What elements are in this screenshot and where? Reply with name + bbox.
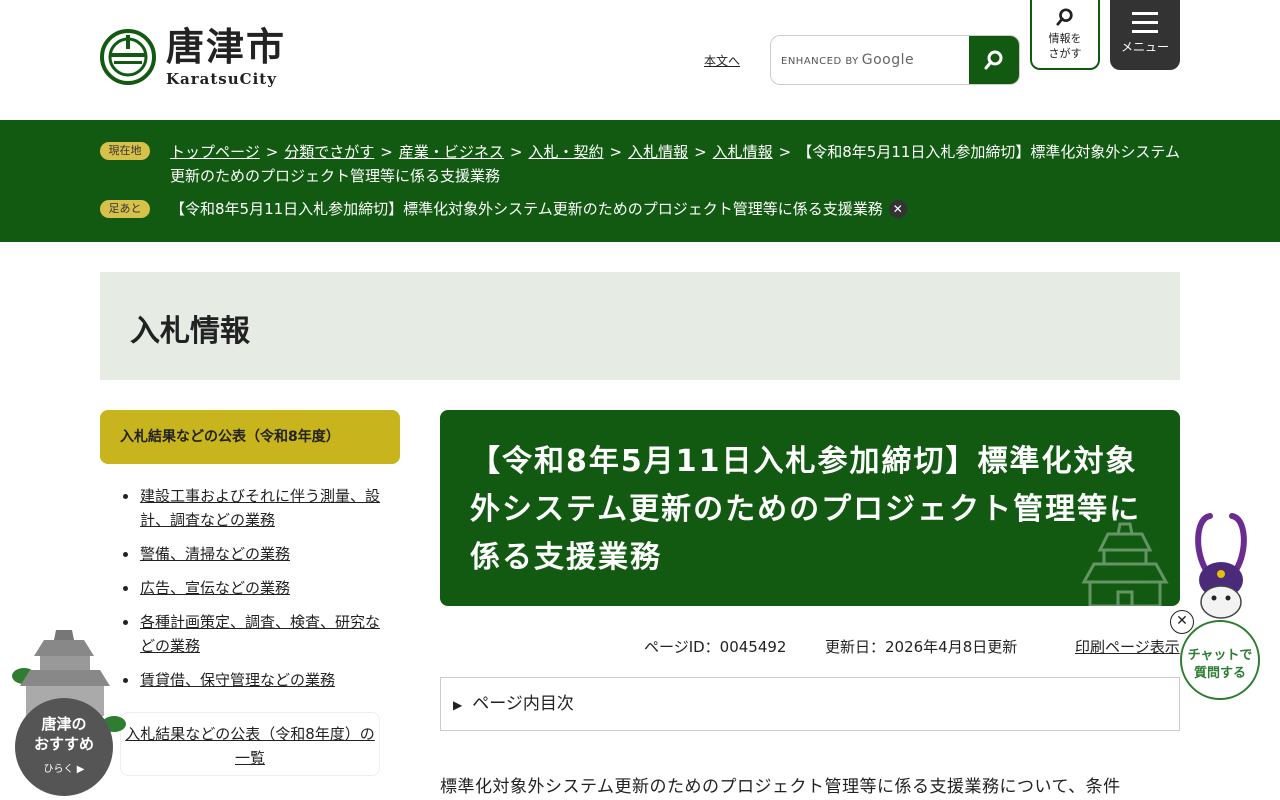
sidebar-more-link[interactable]: 入札結果などの公表（令和8年度）の一覧 — [125, 725, 375, 767]
search-button[interactable] — [969, 36, 1019, 84]
find-info-button[interactable]: 情報を さがす — [1030, 0, 1100, 70]
breadcrumb-band: 現在地 トップページ > 分類でさがす > 産業・ビジネス > 入札・契約 > 入札情報 > 入札情… — [0, 120, 1280, 242]
sidebar-link-advertising[interactable]: 広告、宣伝などの業務 — [140, 579, 290, 597]
menu-label: メニュー — [1120, 40, 1169, 54]
castle-watermark-icon — [1081, 522, 1169, 606]
sidebar-heading: 入札結果などの公表（令和8年度） — [100, 410, 400, 464]
chat-open-button[interactable]: チャットで 質問する — [1180, 620, 1260, 700]
chat-label-2: 質問する — [1193, 666, 1246, 681]
skip-to-content-link[interactable]: 本文へ — [704, 52, 740, 69]
site-header: 唐津市 KaratsuCity 本文へ ENHANCED BY Google 情報… — [0, 0, 1280, 120]
category-banner: 入札情報 — [100, 272, 1180, 380]
sidebar-item: 建設工事およびそれに伴う測量、設計、調査などの業務 — [123, 484, 390, 532]
site-logo[interactable]: 唐津市 KaratsuCity — [100, 26, 286, 88]
hamburger-icon — [1132, 12, 1158, 33]
footprint-label: 足あと — [100, 200, 150, 218]
logo-subtitle: KaratsuCity — [166, 70, 277, 88]
breadcrumb-label: 現在地 — [100, 142, 150, 160]
breadcrumb-item-industry[interactable]: 産業・ビジネス — [399, 143, 504, 161]
breadcrumb-item-bid-info-sub[interactable]: 入札情報 — [713, 143, 773, 161]
chat-widget: ✕ チャットで 質問する — [1168, 510, 1268, 700]
find-info-label-2: さがす — [1048, 47, 1082, 60]
recommend-label-2: おすすめ — [33, 735, 94, 753]
updated-date: 更新日：2026年4月8日更新 — [825, 638, 1018, 656]
breadcrumb-separator: > — [380, 143, 393, 161]
chat-label-1: チャットで — [1187, 648, 1253, 663]
breadcrumb-item-category[interactable]: 分類でさがす — [284, 143, 374, 161]
sidebar-item: 賃貸借、保守管理などの業務 — [123, 668, 390, 692]
breadcrumb-separator: > — [265, 143, 279, 161]
recommend-label-1: 唐津の — [41, 715, 87, 733]
breadcrumb-separator: > — [509, 143, 523, 161]
toc-label: ページ内目次 — [472, 694, 574, 714]
sidebar-item: 各種計画策定、調査、検査、研究などの業務 — [123, 610, 390, 658]
breadcrumb-item-top[interactable]: トップページ — [170, 143, 260, 161]
print-page-link[interactable]: 印刷ページ表示 — [1075, 636, 1180, 657]
sidebar-item: 広告、宣伝などの業務 — [123, 576, 390, 600]
category-title: 入札情報 — [130, 314, 250, 349]
logo-title: 唐津市 — [166, 25, 287, 69]
breadcrumb-separator: > — [778, 143, 792, 161]
recommend-open: ひらく ▶ — [43, 764, 85, 775]
sidebar-more-box: 入札結果などの公表（令和8年度）の一覧 — [120, 712, 380, 776]
page-toc-toggle[interactable]: ▶ ページ内目次 — [440, 677, 1180, 731]
search-icon — [1056, 8, 1073, 26]
sidebar-link-security-cleaning[interactable]: 警備、清掃などの業務 — [140, 545, 290, 563]
search-input[interactable] — [771, 36, 971, 84]
city-emblem-icon — [100, 29, 156, 85]
page-id: ページID：0045492 — [644, 638, 787, 656]
breadcrumb-separator: > — [609, 143, 623, 161]
menu-button[interactable]: メニュー — [1110, 0, 1180, 70]
site-search: ENHANCED BY Google — [770, 35, 1020, 85]
breadcrumb: トップページ > 分類でさがす > 産業・ビジネス > 入札・契約 > 入札情報 > 入札情報 > 【令… — [170, 140, 1180, 188]
breadcrumb-separator: > — [694, 143, 707, 161]
recommend-button[interactable]: 唐津の おすすめ ひらく ▶ — [15, 698, 113, 796]
sidebar-list: 建設工事およびそれに伴う測量、設計、調査などの業務 警備、清掃などの業務 広告、… — [123, 484, 390, 702]
article-title: 【令和8年5月11日入札参加締切】標準化対象外システム更新のためのプロジェクト管… — [470, 444, 1142, 575]
breadcrumb-item-bid-info[interactable]: 入札情報 — [628, 143, 688, 161]
play-icon: ▶ — [76, 764, 85, 775]
footprint-item[interactable]: 【令和8年5月11日入札参加締切】標準化対象外システム更新のためのプロジェクト管… — [170, 198, 883, 219]
recommend-widget[interactable]: 唐津の おすすめ ひらく ▶ — [10, 628, 130, 798]
article-title-box: 【令和8年5月11日入札参加締切】標準化対象外システム更新のためのプロジェクト管… — [440, 410, 1180, 606]
sidebar-link-construction[interactable]: 建設工事およびそれに伴う測量、設計、調査などの業務 — [140, 487, 380, 529]
sidebar-item: 警備、清掃などの業務 — [123, 542, 390, 566]
sidebar-link-planning-research[interactable]: 各種計画策定、調査、検査、研究などの業務 — [140, 613, 380, 655]
triangle-right-icon: ▶ — [453, 698, 463, 712]
article-body: 標準化対象外システム更新のためのプロジェクト管理等に係る支援業務について、条件 — [440, 777, 1121, 797]
search-icon — [984, 50, 1003, 70]
close-icon[interactable]: ✕ — [888, 199, 907, 218]
breadcrumb-item-bidding-contract[interactable]: 入札・契約 — [528, 143, 603, 161]
chat-close-icon[interactable]: ✕ — [1170, 610, 1194, 634]
sidebar-link-lease-maintenance[interactable]: 賃貸借、保守管理などの業務 — [140, 671, 335, 689]
footprint: 【令和8年5月11日入札参加締切】標準化対象外システム更新のためのプロジェクト管… — [170, 198, 907, 219]
find-info-label-1: 情報を — [1048, 32, 1082, 45]
